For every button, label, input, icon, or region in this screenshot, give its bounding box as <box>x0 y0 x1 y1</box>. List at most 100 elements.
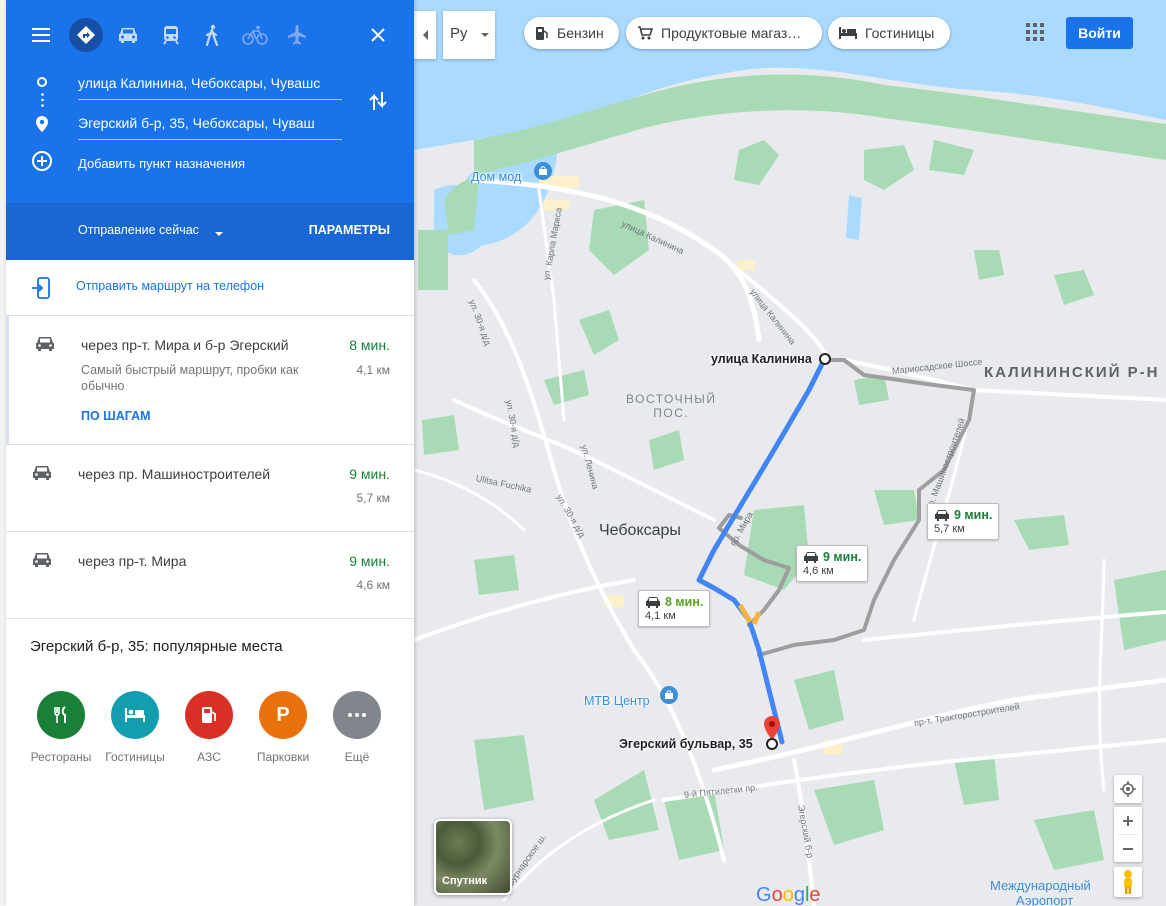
chip-label: Бензин <box>557 25 604 41</box>
satellite-toggle[interactable]: Спутник <box>434 819 512 895</box>
collapse-panel-button[interactable] <box>414 11 436 59</box>
route-card-time: 8 мин. <box>665 595 704 609</box>
origin-marker[interactable] <box>819 353 831 365</box>
poi-label[interactable]: МТВ Центр <box>584 694 650 708</box>
category-hotels[interactable]: Гостиницы <box>100 691 170 764</box>
car-icon <box>33 466 51 480</box>
category-gas[interactable]: АЗС <box>174 691 244 764</box>
route-steps-link[interactable]: ПО ШАГАМ <box>81 409 151 423</box>
chevron-left-icon <box>423 30 428 40</box>
transit-icon[interactable] <box>154 18 188 52</box>
car-icon[interactable] <box>111 18 145 52</box>
menu-icon[interactable] <box>32 27 52 48</box>
language-value: Ру <box>450 25 468 42</box>
flight-icon[interactable] <box>280 18 314 52</box>
route-card-distance: 4,6 км <box>803 565 834 577</box>
car-icon <box>935 510 949 521</box>
my-location-button[interactable] <box>1114 775 1142 803</box>
shopping-bag-icon[interactable] <box>534 162 552 185</box>
route-option-1[interactable]: через пр-т. Мира и б-р Эгерский 8 мин. С… <box>6 316 414 445</box>
options-button[interactable]: ПАРАМЕТРЫ <box>309 223 390 237</box>
add-destination-icon[interactable] <box>32 151 52 171</box>
route-option-2[interactable]: через пр. Машиностроителей 9 мин. 5,7 км <box>6 445 414 532</box>
route-card-time: 9 мин. <box>954 508 993 522</box>
chevron-down-icon[interactable] <box>214 231 224 237</box>
route-card-fastest[interactable]: 8 мин. 4,1 км <box>638 590 711 627</box>
destination-input[interactable]: Эгерский б-р, 35, Чебоксары, Чуваш <box>78 112 342 140</box>
category-label: Рестораны <box>30 750 92 764</box>
route-time: 8 мин. <box>349 337 390 353</box>
shopping-bag-icon[interactable] <box>660 686 678 709</box>
city-label: Чебоксары <box>599 522 681 539</box>
signin-button[interactable]: Войти <box>1066 17 1133 49</box>
district-label-kalininsky: КАЛИНИНСКИЙ Р-Н <box>984 364 1160 381</box>
popular-places-title: Эгерский б-р, 35: популярные места <box>30 638 283 655</box>
route-via: через пр-т. Мира <box>78 553 187 569</box>
swap-icon[interactable] <box>368 90 388 117</box>
zoom-in-icon[interactable] <box>1114 807 1142 835</box>
route-time: 9 мин. <box>349 553 390 569</box>
car-icon <box>33 553 51 567</box>
map-base <box>414 0 1166 906</box>
airport-label: Международный <box>990 878 1091 893</box>
walk-icon[interactable] <box>195 18 229 52</box>
origin-input[interactable]: улица Калинина, Чебоксары, Чувашс <box>78 72 342 100</box>
destination-label: Эгерский бульвар, 35 <box>619 737 753 751</box>
chip-label: Продуктовые магаз… <box>661 25 802 41</box>
origin-circle-icon <box>37 77 47 87</box>
bike-icon[interactable] <box>238 18 272 52</box>
origin-label: улица Калинина <box>711 352 812 366</box>
send-to-phone-icon <box>32 277 50 299</box>
fork-knife-icon <box>37 691 85 739</box>
poi-label[interactable]: Дом мод <box>471 170 521 184</box>
parking-icon: P <box>259 691 307 739</box>
route-card-alt-1[interactable]: 9 мин. 4,6 км <box>796 545 869 582</box>
language-select[interactable]: Ру <box>443 11 495 59</box>
google-logo: Google <box>756 884 821 906</box>
directions-panel: улица Калинина, Чебоксары, Чувашс Эгерск… <box>6 0 414 906</box>
satellite-label: Спутник <box>442 875 488 887</box>
send-to-phone-label: Отправить маршрут на телефон <box>76 279 265 293</box>
street-view-button[interactable] <box>1114 867 1142 897</box>
category-label: Парковки <box>256 750 310 764</box>
category-label: Гостиницы <box>105 750 165 764</box>
bed-icon <box>111 691 159 739</box>
category-more[interactable]: Ещё <box>322 691 392 764</box>
send-to-phone-row[interactable]: Отправить маршрут на телефон <box>6 260 414 316</box>
close-icon[interactable] <box>370 27 386 48</box>
gas-pump-icon <box>185 691 233 739</box>
gas-pump-icon <box>536 27 548 40</box>
apps-grid-icon[interactable] <box>1026 23 1044 41</box>
best-route-icon[interactable] <box>69 18 103 52</box>
zoom-controls <box>1114 807 1142 862</box>
bed-icon <box>839 27 857 39</box>
route-distance: 4,6 км <box>356 578 390 592</box>
route-distance: 4,1 км <box>356 363 390 377</box>
category-parking[interactable]: P Парковки <box>248 691 318 764</box>
route-time: 9 мин. <box>349 466 390 482</box>
add-destination-link[interactable]: Добавить пункт назначения <box>78 156 245 171</box>
chip-groceries[interactable]: Продуктовые магаз… <box>626 17 822 49</box>
district-label-vostochny: ВОСТОЧНЫЙ ПОС. <box>626 392 717 420</box>
route-dots-icon <box>41 93 44 112</box>
route-note: Самый быстрый маршрут, пробки как обычно <box>81 363 299 393</box>
car-icon <box>804 552 818 563</box>
route-card-time: 9 мин. <box>823 550 862 564</box>
category-label: АЗС <box>197 750 221 764</box>
chip-hotels[interactable]: Гостиницы <box>828 17 950 49</box>
directions-header: улица Калинина, Чебоксары, Чувашс Эгерск… <box>6 0 414 203</box>
route-card-alt-2[interactable]: 9 мин. 5,7 км <box>927 503 1000 540</box>
chip-gas[interactable]: Бензин <box>524 17 619 49</box>
more-icon <box>333 691 381 739</box>
car-icon <box>36 337 54 351</box>
map-canvas[interactable]: улица Калинина ул. Карла Маркса улица Ка… <box>414 0 1166 906</box>
route-option-3[interactable]: через пр-т. Мира 9 мин. 4,6 км <box>6 532 414 619</box>
car-icon <box>646 597 660 608</box>
destination-marker[interactable] <box>766 738 778 750</box>
category-label: Ещё <box>344 750 370 764</box>
category-restaurants[interactable]: Рестораны <box>26 691 96 764</box>
zoom-out-icon[interactable] <box>1114 835 1142 862</box>
departure-select[interactable]: Отправление сейчас <box>78 223 199 237</box>
route-via: через пр. Машиностроителей <box>78 466 271 482</box>
departure-bar: Отправление сейчас ПАРАМЕТРЫ <box>6 203 414 260</box>
